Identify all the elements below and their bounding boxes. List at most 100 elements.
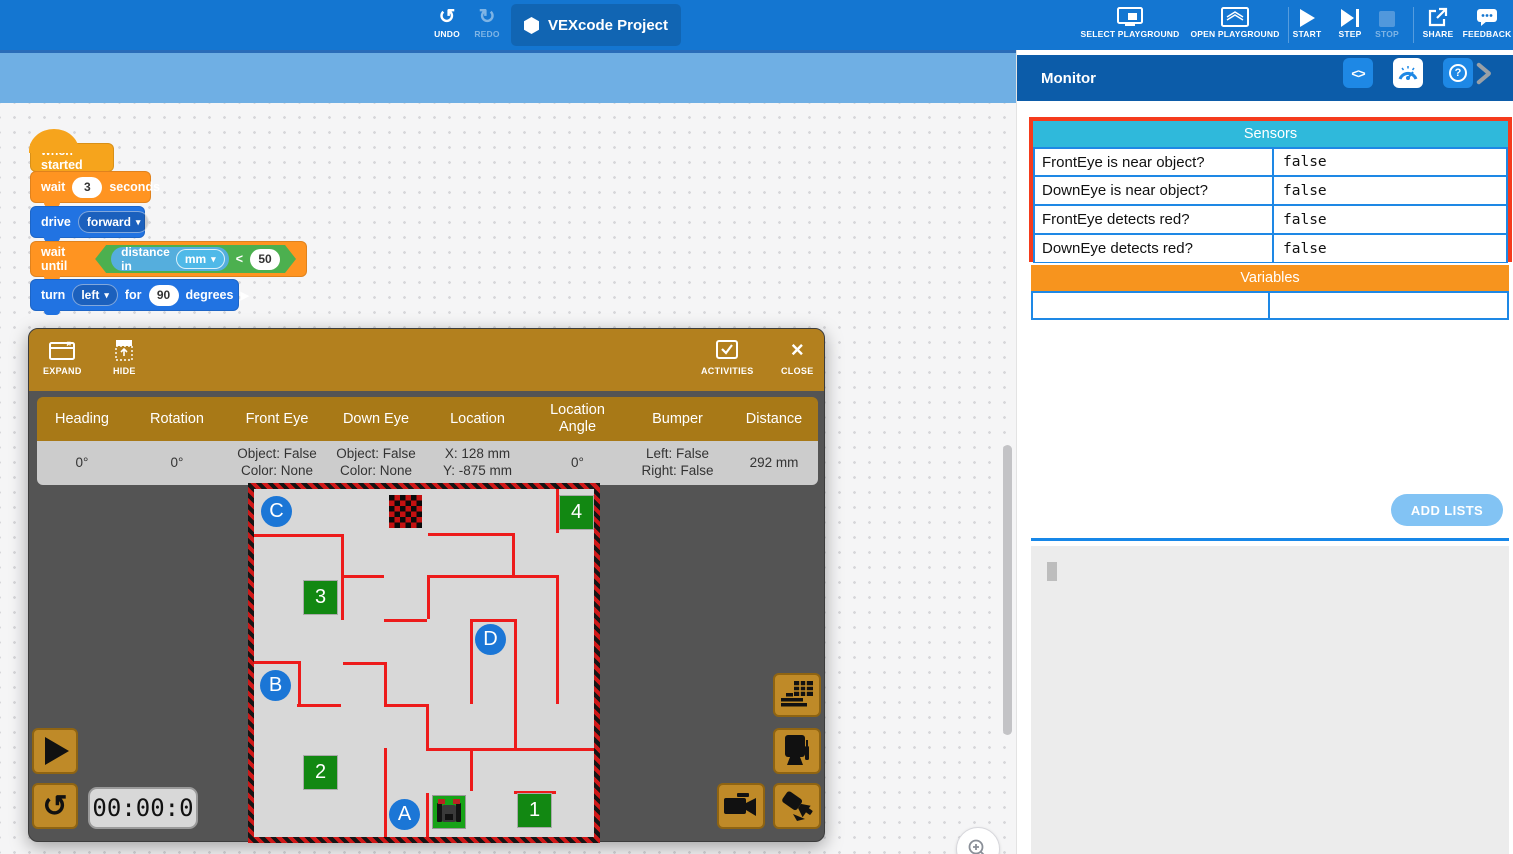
- hexagon-logo-icon: [524, 17, 539, 34]
- turn-value-input[interactable]: 90: [149, 285, 179, 306]
- console-cursor: [1047, 562, 1057, 581]
- gauge-icon: [1397, 64, 1419, 82]
- maze-wall: [343, 662, 384, 665]
- sensor-dashboard: HeadingRotationFront EyeDown EyeLocation…: [37, 397, 818, 485]
- share-icon: [1428, 5, 1448, 27]
- expand-icon: [49, 338, 75, 362]
- add-lists-button[interactable]: ADD LISTS: [1391, 494, 1503, 526]
- maze-wall: [470, 619, 514, 622]
- feedback-button[interactable]: FEEDBACK: [1459, 5, 1513, 39]
- playground-reset-button[interactable]: ↺: [32, 783, 78, 829]
- turn-direction-dropdown[interactable]: left ▾: [72, 284, 118, 306]
- when-started-block[interactable]: when started: [30, 143, 114, 172]
- variables-empty-row: [1031, 291, 1509, 320]
- project-title-box[interactable]: VEXcode Project: [511, 4, 681, 46]
- share-button[interactable]: SHARE: [1410, 5, 1466, 39]
- distance-reporter[interactable]: distance in mm ▾: [111, 247, 229, 271]
- dashboard-column-header: Heading: [37, 397, 127, 441]
- maze-number-marker: 1: [518, 794, 551, 827]
- turn-prefix: turn: [41, 288, 65, 302]
- boolean-condition[interactable]: distance in mm ▾ < 50: [95, 245, 296, 273]
- maze-number-marker: 4: [560, 496, 593, 529]
- wait-prefix: wait: [41, 180, 65, 194]
- turn-mid: for: [125, 288, 142, 302]
- redo-button[interactable]: ↻ REDO: [459, 5, 515, 39]
- robot-view-icon: [782, 734, 812, 768]
- maze-wall: [384, 704, 426, 707]
- maze-wall: [426, 793, 429, 837]
- start-icon: [1300, 5, 1315, 27]
- maze-playground: ABCD1234: [248, 483, 600, 843]
- dashboard-value-cell: Left: FalseRight: False: [625, 441, 730, 485]
- maze-letter-marker: D: [475, 624, 506, 655]
- video-camera-button[interactable]: [717, 783, 765, 829]
- unit-dropdown[interactable]: mm ▾: [176, 249, 225, 269]
- wait-value-input[interactable]: 3: [72, 177, 102, 198]
- wait-until-block[interactable]: wait until distance in mm ▾ < 50: [30, 241, 307, 277]
- sensors-table-highlight: Sensors FrontEye is near object?falseDow…: [1029, 117, 1512, 262]
- monitor-header: Monitor: [1017, 55, 1513, 101]
- chevron-down-icon: ▾: [136, 217, 141, 228]
- video-camera-icon: [723, 792, 759, 820]
- activities-button[interactable]: ACTIVITIES: [701, 338, 754, 376]
- panel-divider: [1031, 538, 1509, 541]
- robot-view-button[interactable]: [773, 728, 821, 774]
- dashboard-header-row: HeadingRotationFront EyeDown EyeLocation…: [37, 397, 818, 441]
- sensor-row: FrontEye detects red?false: [1033, 205, 1508, 234]
- maze-wall: [254, 534, 341, 537]
- dashboard-column-header: Bumper: [625, 397, 730, 441]
- collapse-panel-chevron[interactable]: [1489, 59, 1505, 87]
- redo-label: REDO: [474, 29, 499, 39]
- feedback-icon: [1476, 5, 1498, 27]
- turn-direction-value: left: [81, 288, 99, 302]
- close-button[interactable]: × CLOSE: [781, 338, 814, 376]
- dashboard-value-cell: Object: FalseColor: None: [227, 441, 327, 485]
- turn-block[interactable]: turn left ▾ for 90 degrees ▶: [30, 279, 239, 311]
- dashboard-toggle-button[interactable]: [773, 673, 821, 717]
- step-icon: [1341, 5, 1360, 27]
- checkered-tile: [389, 495, 422, 528]
- variable-value-cell: [1269, 291, 1509, 320]
- dashboard-value-row: 0°0°Object: FalseColor: NoneObject: Fals…: [37, 441, 818, 485]
- maze-wall: [426, 704, 429, 748]
- code-view-button[interactable]: <>: [1343, 58, 1373, 88]
- help-button[interactable]: ?: [1443, 58, 1473, 88]
- maze-wall: [297, 704, 341, 707]
- hide-button[interactable]: HIDE: [113, 338, 136, 376]
- stop-label: STOP: [1375, 29, 1399, 39]
- stop-button[interactable]: STOP: [1359, 5, 1415, 39]
- monitor-console[interactable]: [1031, 546, 1509, 854]
- maze-wall: [512, 533, 515, 575]
- playground-play-button[interactable]: [32, 728, 78, 774]
- drive-block[interactable]: drive forward ▾: [30, 206, 145, 238]
- drive-direction-dropdown[interactable]: forward ▾: [78, 211, 150, 233]
- open-playground-button[interactable]: OPEN PLAYGROUND: [1207, 5, 1263, 39]
- open-playground-label: OPEN PLAYGROUND: [1190, 29, 1279, 39]
- canvas-scrollbar[interactable]: [1003, 445, 1012, 735]
- select-playground-button[interactable]: SELECT PLAYGROUND: [1102, 5, 1158, 39]
- activities-icon: [716, 338, 738, 362]
- monitor-title: Monitor: [1041, 70, 1096, 87]
- sensor-row: DownEye is near object?false: [1033, 176, 1508, 205]
- expand-button[interactable]: EXPAND: [43, 338, 82, 376]
- vr-robot: [433, 796, 465, 828]
- wait-until-prefix: wait until: [41, 245, 88, 273]
- monitor-view-button[interactable]: [1393, 58, 1423, 88]
- sensor-label: DownEye detects red?: [1033, 234, 1273, 263]
- dashboard-column-header: Location: [425, 397, 530, 441]
- drive-prefix: drive: [41, 215, 71, 229]
- tilted-camera-button[interactable]: [773, 783, 821, 829]
- maze-number-marker: 2: [304, 756, 337, 789]
- data-table-icon: [780, 680, 814, 710]
- sensor-label: FrontEye detects red?: [1033, 205, 1273, 234]
- maze-wall: [298, 661, 301, 704]
- maze-wall: [384, 748, 387, 837]
- wait-block[interactable]: wait 3 seconds: [30, 171, 151, 203]
- tilted-camera-icon: [779, 790, 815, 822]
- chevron-down-icon: ▾: [211, 254, 216, 265]
- close-label: CLOSE: [781, 366, 814, 376]
- playground-titlebar: EXPAND HIDE ACTIVITIES × CLOSE: [29, 329, 824, 391]
- turn-suffix: degrees: [186, 288, 234, 302]
- threshold-input[interactable]: 50: [250, 249, 280, 270]
- sensors-header: Sensors: [1033, 121, 1508, 147]
